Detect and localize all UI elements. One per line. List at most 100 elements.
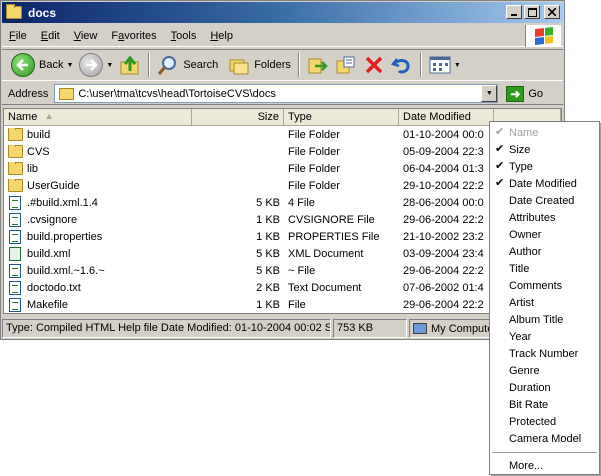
menu-item-date-modified[interactable]: ✔ Date Modified bbox=[490, 175, 599, 192]
cell-type: Text Document bbox=[288, 281, 362, 294]
cell-type: File Folder bbox=[288, 145, 340, 158]
menu-item-protected[interactable]: Protected bbox=[490, 413, 599, 430]
cell-name: .#build.xml.1.4 bbox=[4, 195, 192, 210]
file-name: build.properties bbox=[27, 230, 103, 243]
close-icon bbox=[548, 8, 556, 16]
copy-to-button[interactable] bbox=[332, 51, 360, 79]
menu-item-label: Comments bbox=[509, 279, 563, 292]
menu-item-artist[interactable]: Artist bbox=[490, 294, 599, 311]
cell-date: 21-10-2002 23:2 bbox=[403, 230, 484, 243]
table-row[interactable]: build.xml.~1.6.~ 5 KB ~ File 29-06-2004 22:… bbox=[4, 262, 561, 279]
menu-file[interactable]: File bbox=[2, 30, 34, 42]
cell-type: 4 File bbox=[288, 196, 315, 209]
table-row[interactable]: Makefile 1 KB File 29-06-2004 22:2 bbox=[4, 296, 561, 313]
menu-item-label: Title bbox=[509, 262, 530, 275]
menu-item-label: Size bbox=[509, 143, 531, 156]
column-size[interactable]: Size bbox=[192, 109, 284, 126]
column-date[interactable]: Date Modified bbox=[399, 109, 494, 126]
menu-item-label: Duration bbox=[509, 381, 551, 394]
title-bar[interactable]: docs bbox=[2, 2, 563, 23]
table-row[interactable]: UserGuide File Folder 29-10-2004 22:2 bbox=[4, 177, 561, 194]
table-row[interactable]: doctodo.txt 2 KB Text Document 07-06-2002 0… bbox=[4, 279, 561, 296]
menu-item-label: Camera Model bbox=[509, 432, 582, 445]
back-arrow-icon bbox=[11, 53, 35, 77]
menu-item-author[interactable]: Author bbox=[490, 243, 599, 260]
menu-item-more[interactable]: More... bbox=[490, 457, 599, 474]
menu-favorites[interactable]: Favorites bbox=[104, 30, 163, 42]
menu-item-duration[interactable]: Duration bbox=[490, 379, 599, 396]
close-button[interactable] bbox=[544, 5, 560, 19]
menu-item-bit-rate[interactable]: Bit Rate bbox=[490, 396, 599, 413]
back-label: Back bbox=[39, 59, 64, 71]
cell-name: build.xml.~1.6.~ bbox=[4, 263, 192, 278]
up-button[interactable] bbox=[116, 51, 144, 79]
table-row[interactable]: .#build.xml.1.4 5 KB 4 File 28-06-2004 00:0 bbox=[4, 194, 561, 211]
go-button[interactable]: ➜ Go bbox=[506, 85, 543, 102]
menu-item-date-created[interactable]: Date Created bbox=[490, 192, 599, 209]
checkmark-icon: ✔ bbox=[495, 143, 505, 155]
table-row[interactable]: build.xml 5 KB XML Document 03-09-2004 23:4 bbox=[4, 245, 561, 262]
search-icon bbox=[157, 54, 179, 76]
menu-item-label: Genre bbox=[509, 364, 540, 377]
window-title: docs bbox=[28, 5, 57, 20]
chevron-down-icon[interactable]: ▼ bbox=[454, 62, 461, 69]
undo-button[interactable] bbox=[388, 51, 416, 79]
menu-item-label: Album Title bbox=[509, 313, 564, 326]
table-row[interactable]: CVS File Folder 05-09-2004 22:3 bbox=[4, 143, 561, 160]
menu-item-attributes[interactable]: Attributes bbox=[490, 209, 599, 226]
context-menu-items: ✔ Name ✔ Size ✔ Type ✔ Date Modified Date Create… bbox=[490, 124, 599, 447]
menu-item-owner[interactable]: Owner bbox=[490, 226, 599, 243]
menu-item-genre[interactable]: Genre bbox=[490, 362, 599, 379]
menu-item-title[interactable]: Title bbox=[490, 260, 599, 277]
menu-item-type[interactable]: ✔ Type bbox=[490, 158, 599, 175]
table-row[interactable]: build File Folder 01-10-2004 00:0 bbox=[4, 126, 561, 143]
forward-button[interactable]: ▼ bbox=[76, 51, 116, 79]
file-name: build bbox=[27, 128, 51, 141]
column-name[interactable]: Name bbox=[4, 109, 192, 126]
minimize-button[interactable] bbox=[506, 5, 522, 19]
menu-item-comments[interactable]: Comments bbox=[490, 277, 599, 294]
menu-item-camera-model[interactable]: Camera Model bbox=[490, 430, 599, 447]
menu-item-label: Date Created bbox=[509, 194, 575, 207]
cell-type: ~ File bbox=[288, 264, 316, 277]
menu-view[interactable]: View bbox=[67, 30, 105, 42]
folder-icon bbox=[59, 87, 75, 100]
menu-item-label: Protected bbox=[509, 415, 557, 428]
cell-date: 29-06-2004 22:2 bbox=[403, 264, 484, 277]
search-button[interactable]: Search bbox=[154, 51, 221, 79]
menu-item-label: Track Number bbox=[509, 347, 579, 360]
chevron-down-icon[interactable]: ▼ bbox=[106, 62, 113, 69]
cell-name: CVS bbox=[4, 145, 192, 158]
windows-logo-icon bbox=[525, 25, 561, 47]
maximize-button[interactable] bbox=[524, 5, 540, 19]
table-row[interactable]: .cvsignore 1 KB CVSIGNORE File 29-06-2004 2… bbox=[4, 211, 561, 228]
delete-button[interactable] bbox=[360, 51, 388, 79]
folders-button[interactable]: Folders bbox=[225, 51, 294, 79]
file-name: Makefile bbox=[27, 298, 68, 311]
menu-item-album-title[interactable]: Album Title bbox=[490, 311, 599, 328]
menu-tools[interactable]: Tools bbox=[164, 30, 204, 42]
cell-size: 1 KB bbox=[256, 230, 280, 243]
views-button[interactable]: ▼ bbox=[426, 51, 464, 79]
menu-item-track-number[interactable]: Track Number bbox=[490, 345, 599, 362]
file-name: build.xml bbox=[27, 247, 71, 260]
menu-item-label: Attributes bbox=[509, 211, 556, 224]
table-row[interactable]: build.properties 1 KB PROPERTIES File 21-10… bbox=[4, 228, 561, 245]
menu-item-size[interactable]: ✔ Size bbox=[490, 141, 599, 158]
address-input[interactable]: C:\user\tma\tcvs\head\TortoiseCVS\docs ▼ bbox=[54, 84, 499, 103]
table-row[interactable]: lib File Folder 06-04-2004 01:3 bbox=[4, 160, 561, 177]
menu-separator bbox=[492, 452, 597, 453]
move-to-button[interactable] bbox=[304, 51, 332, 79]
back-button[interactable]: Back ▼ bbox=[8, 51, 76, 79]
file-list[interactable]: Name Size Type Date Modified build File F… bbox=[3, 108, 562, 314]
menu-edit[interactable]: Edit bbox=[34, 30, 67, 42]
column-type[interactable]: Type bbox=[284, 109, 399, 126]
undo-icon bbox=[390, 54, 413, 76]
menu-bar: File Edit View Favorites Tools Help bbox=[2, 25, 563, 47]
chevron-down-icon[interactable]: ▼ bbox=[481, 85, 498, 102]
menu-item-year[interactable]: Year bbox=[490, 328, 599, 345]
address-value: C:\user\tma\tcvs\head\TortoiseCVS\docs bbox=[78, 87, 276, 100]
menu-help[interactable]: Help bbox=[203, 30, 240, 42]
menu-item-label: Author bbox=[509, 245, 542, 258]
chevron-down-icon[interactable]: ▼ bbox=[66, 62, 73, 69]
